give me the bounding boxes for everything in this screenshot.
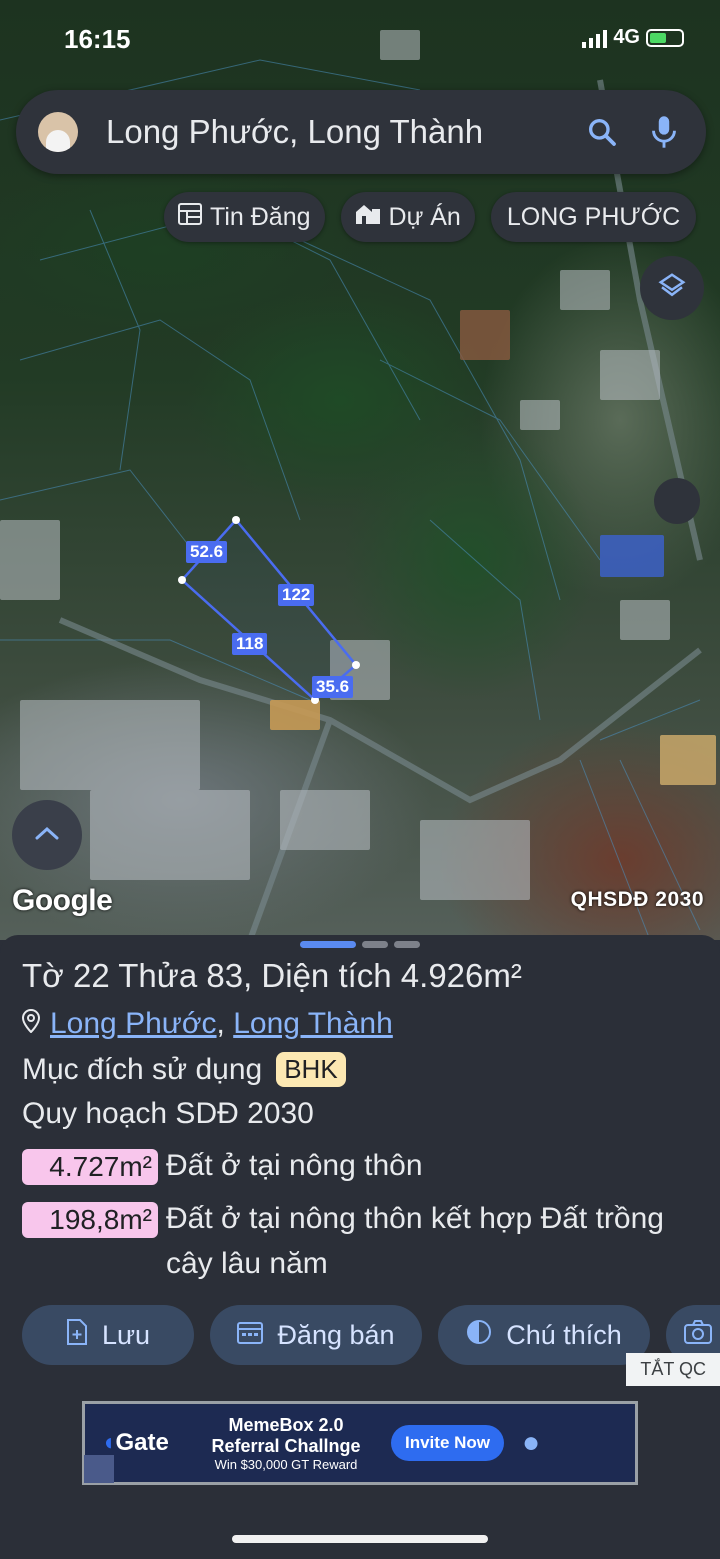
ad-brand: ◖Gate (101, 1429, 169, 1456)
google-logo: Google (12, 884, 113, 917)
page-indicator (394, 941, 420, 948)
save-label: Lưu (101, 1319, 151, 1350)
signal-icon (582, 28, 608, 48)
ad-banner[interactable]: ◖Gate MemeBox 2.0 Referral Challnge Win … (82, 1401, 638, 1485)
land-use-purpose: Mục đích sử dụng BHK (22, 1052, 346, 1087)
ward-link[interactable]: Long Phước (50, 1007, 217, 1040)
action-row: Lưu Đăng bán Chú thích (22, 1305, 720, 1365)
filter-chips: Tin Đăng Dự Án LONG PHƯỚC (164, 192, 697, 242)
map-overlay-label: QHSDĐ 2030 (570, 888, 704, 911)
search-input[interactable]: Long Phước, Long Thành (106, 113, 582, 151)
ad-line-3: Win $30,000 GT Reward (214, 1456, 358, 1472)
network-type: 4G (613, 26, 640, 48)
save-icon (66, 1318, 88, 1352)
page-indicator (362, 941, 388, 948)
zone-description: Đất ở tại nông thôn kết hợp Đất trồng câ… (166, 1202, 664, 1280)
layers-button[interactable] (640, 256, 704, 320)
plot-edge-label: 118 (232, 633, 268, 655)
plot-edge-label: 122 (278, 584, 315, 606)
building-icon (355, 203, 381, 232)
search-bar[interactable]: Long Phước, Long Thành (16, 90, 706, 174)
ad-cta-button[interactable]: Invite Now (391, 1425, 505, 1461)
chip-du-an[interactable]: Dự Án (340, 192, 475, 242)
ad-line-1: MemeBox 2.0 (228, 1414, 344, 1435)
contrast-icon (466, 1319, 492, 1352)
ad-copy: MemeBox 2.0 Referral Challnge Win $30,00… (191, 1415, 381, 1472)
chip-long-phuoc[interactable]: LONG PHƯỚC (490, 192, 697, 242)
legend-button[interactable]: Chú thích (438, 1305, 650, 1365)
ad-line-2: Referral Challnge (211, 1435, 361, 1456)
plan-label: Quy hoạch SDĐ 2030 (22, 1097, 314, 1130)
chip-label: Tin Đăng (210, 202, 311, 231)
chip-label: LONG PHƯỚC (506, 202, 681, 231)
sheet-pager[interactable] (300, 941, 420, 948)
zone-row: 4.727m² Đất ở tại nông thôn (22, 1149, 423, 1188)
plot-edge-label: 52.6 (186, 541, 228, 563)
post-sale-label: Đăng bán (277, 1319, 395, 1350)
zone-area-badge: 4.727m² (22, 1149, 158, 1185)
purpose-label: Mục đích sử dụng (22, 1052, 263, 1086)
parcel-location: Long Phước, Long Thành (21, 1007, 393, 1041)
ad-choices-icon[interactable] (84, 1455, 114, 1483)
location-button[interactable] (654, 478, 700, 524)
close-ad-button[interactable]: TẮT QC (626, 1353, 720, 1386)
zone-row: 198,8m² Đất ở tại nông thôn kết hợp Đất … (22, 1202, 682, 1286)
expand-button[interactable] (12, 800, 82, 870)
chevron-up-icon (34, 825, 60, 846)
post-sale-button[interactable]: Đăng bán (210, 1305, 422, 1365)
home-indicator[interactable] (232, 1535, 488, 1543)
page-indicator (300, 941, 356, 948)
parcel-info-sheet: Tờ 22 Thửa 83, Diện tích 4.926m² Long Ph… (0, 935, 720, 1559)
legend-label: Chú thích (506, 1319, 622, 1350)
status-indicators: 4G (582, 26, 684, 49)
chip-tin-dang[interactable]: Tin Đăng (164, 192, 325, 242)
district-link[interactable]: Long Thành (233, 1007, 393, 1040)
token-icon: ● (522, 1426, 541, 1459)
gate-logo-icon: ◖ (101, 1429, 116, 1456)
avatar[interactable] (38, 112, 78, 152)
save-button[interactable]: Lưu (22, 1305, 194, 1365)
camera-icon (684, 1319, 714, 1352)
battery-icon (646, 28, 684, 47)
microphone-icon[interactable] (644, 112, 684, 152)
list-icon (178, 202, 202, 232)
plot-edge-label: 35.6 (312, 676, 354, 698)
zone-area-badge: 198,8m² (22, 1202, 158, 1238)
chip-label: Dự Án (388, 202, 461, 231)
parcel-title: Tờ 22 Thửa 83, Diện tích 4.926m² (22, 957, 522, 994)
calendar-icon (237, 1320, 264, 1351)
zone-description: Đất ở tại nông thôn (166, 1149, 423, 1182)
purpose-code-badge: BHK (276, 1052, 346, 1087)
location-pin-icon (21, 1007, 41, 1041)
layers-icon (657, 271, 687, 306)
search-icon[interactable] (582, 112, 622, 152)
map-view[interactable]: 52.6 122 118 35.6 16:15 4G Long Phước, L… (0, 0, 720, 940)
status-time: 16:15 (64, 24, 131, 54)
